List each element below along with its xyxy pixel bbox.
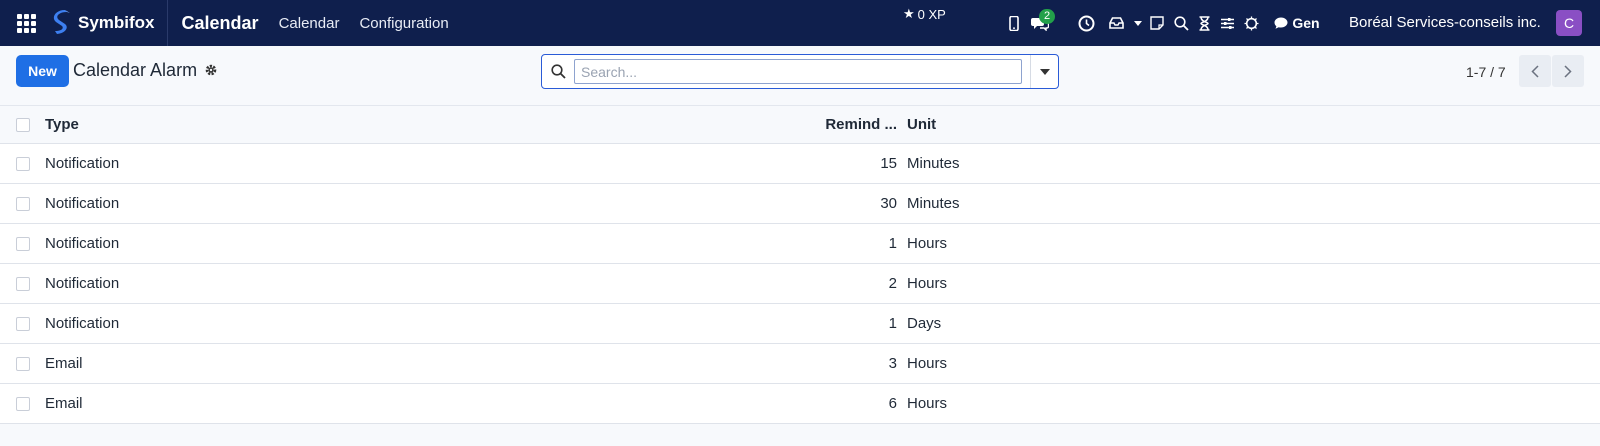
cell-type: Notification [45, 235, 120, 252]
search-icon[interactable] [1169, 0, 1193, 46]
row-checkbox[interactable] [16, 196, 30, 211]
row-checkbox[interactable] [16, 156, 30, 171]
inbox-icon[interactable] [1101, 0, 1131, 46]
table-row[interactable]: Email 6 Hours [0, 384, 1600, 424]
cell-remind: 3 [888, 355, 897, 372]
caret-down-icon [1039, 68, 1050, 75]
cell-unit: Hours [907, 235, 948, 252]
row-checkbox[interactable] [16, 396, 30, 411]
pager-next-button[interactable] [1552, 55, 1584, 87]
messages-badge: 2 [1039, 9, 1056, 24]
cell-type: Notification [45, 315, 120, 332]
cell-remind: 6 [888, 395, 897, 412]
gen-label: Gen [1292, 15, 1320, 31]
row-checkbox[interactable] [16, 276, 30, 291]
control-panel: New Calendar Alarm 1-7 / 7 [0, 46, 1600, 106]
cell-unit: Hours [907, 355, 948, 372]
cell-remind: 30 [880, 195, 897, 212]
user-avatar[interactable]: C [1556, 10, 1582, 36]
systray: 2 Gen [1003, 0, 1325, 46]
cell-remind: 2 [888, 275, 897, 292]
row-checkbox[interactable] [16, 316, 30, 331]
cell-type: Email [45, 395, 83, 412]
nav-configuration[interactable]: Configuration [359, 15, 448, 32]
search-options-toggle[interactable] [1030, 55, 1058, 88]
new-button[interactable]: New [16, 55, 69, 87]
column-header-remind[interactable]: Remind ... [825, 116, 897, 133]
table-row[interactable]: Email 3 Hours [0, 344, 1600, 384]
mobile-icon[interactable] [1003, 0, 1025, 46]
search-panel [541, 54, 1059, 89]
table-row[interactable]: Notification 15 Minutes [0, 144, 1600, 184]
app-title[interactable]: Calendar [182, 13, 259, 34]
table-row[interactable]: Notification 1 Hours [0, 224, 1600, 264]
gear-icon[interactable] [204, 63, 218, 77]
table-header-row: Type Remind ... Unit [0, 106, 1600, 144]
hourglass-icon[interactable] [1193, 0, 1215, 46]
cell-unit: Days [907, 315, 942, 332]
note-icon[interactable] [1145, 0, 1169, 46]
xp-counter[interactable]: ★ 0 XP [903, 6, 946, 22]
company-switcher[interactable]: Boréal Services-conseils inc. [1349, 0, 1541, 46]
clock-icon[interactable] [1071, 0, 1101, 46]
chevron-right-icon [1564, 64, 1572, 78]
select-all-checkbox[interactable] [16, 117, 30, 132]
alarm-list-table: Type Remind ... Unit Notification 15 Min… [0, 106, 1600, 424]
cell-remind: 15 [880, 155, 897, 172]
cell-type: Email [45, 355, 83, 372]
cell-type: Notification [45, 275, 120, 292]
apps-menu-icon[interactable] [0, 0, 52, 46]
messages-icon[interactable]: 2 [1025, 0, 1071, 46]
column-header-unit[interactable]: Unit [907, 116, 936, 133]
pager-value[interactable]: 1-7 / 7 [1466, 64, 1506, 80]
caret-down-icon[interactable] [1131, 0, 1145, 46]
cell-type: Notification [45, 155, 120, 172]
table-row[interactable]: Notification 1 Days [0, 304, 1600, 344]
cell-unit: Minutes [907, 155, 960, 172]
cell-remind: 1 [888, 315, 897, 332]
brand-name: Symbifox [78, 13, 155, 32]
table-row[interactable]: Notification 30 Minutes [0, 184, 1600, 224]
chat-bubble-icon [1274, 17, 1288, 29]
top-navbar: Symbifox Calendar Calendar Configuration… [0, 0, 1600, 46]
search-input[interactable] [574, 59, 1022, 84]
cell-type: Notification [45, 195, 120, 212]
search-icon [551, 64, 566, 79]
page-title: Calendar Alarm [73, 60, 198, 80]
symbifox-logo-icon [53, 10, 70, 34]
nav-calendar[interactable]: Calendar [279, 15, 340, 32]
cell-unit: Hours [907, 395, 948, 412]
row-checkbox[interactable] [16, 236, 30, 251]
cell-remind: 1 [888, 235, 897, 252]
bug-icon[interactable] [1239, 0, 1263, 46]
pager-previous-button[interactable] [1519, 55, 1551, 87]
star-icon: ★ [903, 6, 915, 21]
cell-unit: Hours [907, 275, 948, 292]
sliders-icon[interactable] [1215, 0, 1239, 46]
table-row[interactable]: Notification 2 Hours [0, 264, 1600, 304]
xp-value: 0 XP [917, 6, 946, 22]
row-checkbox[interactable] [16, 356, 30, 371]
brand[interactable]: Symbifox [52, 0, 168, 46]
column-header-type[interactable]: Type [45, 116, 79, 133]
gen-button[interactable]: Gen [1269, 0, 1325, 46]
chevron-left-icon [1531, 64, 1539, 78]
cell-unit: Minutes [907, 195, 960, 212]
